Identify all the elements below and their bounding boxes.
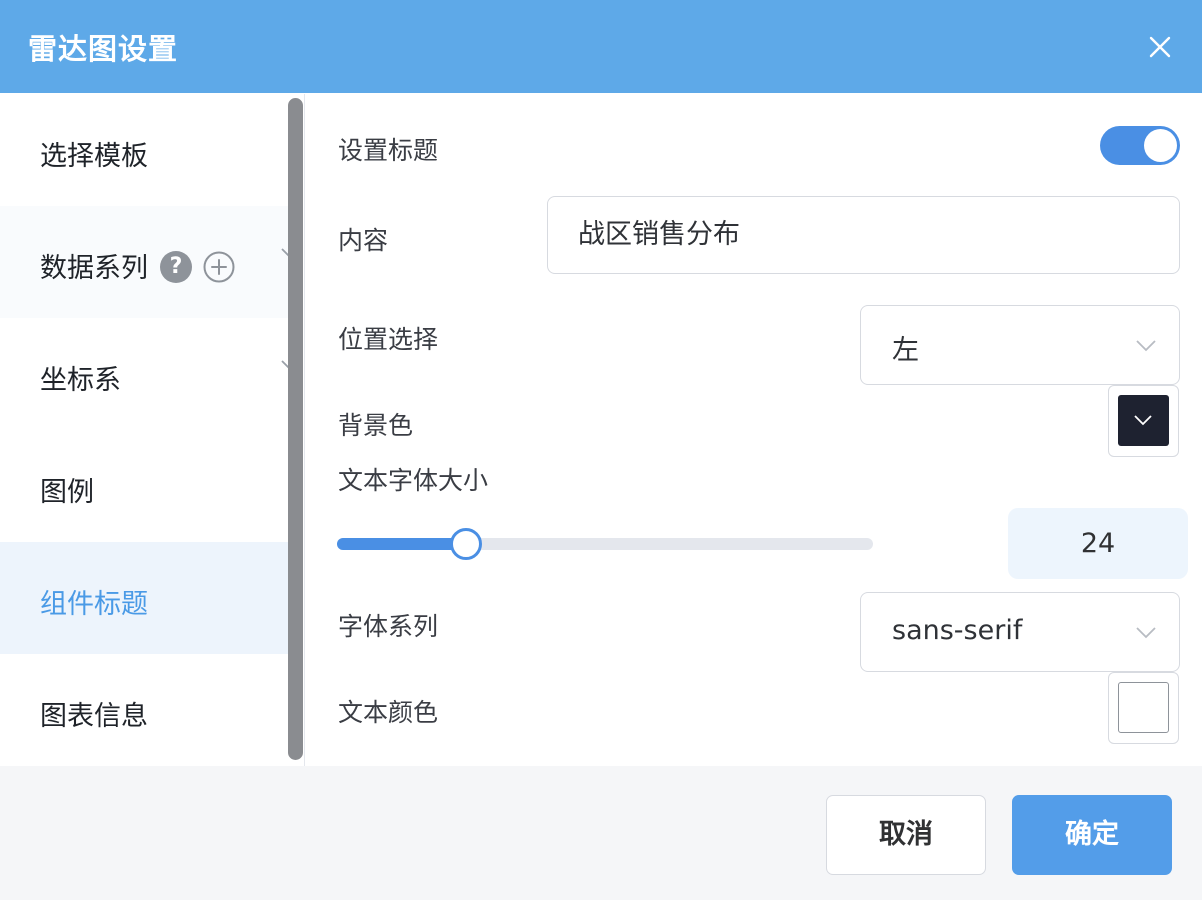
background-color-picker[interactable] [1108, 385, 1179, 457]
font-size-slider[interactable] [337, 528, 873, 560]
sidebar-scrollbar[interactable] [288, 98, 303, 760]
slider-fill [337, 538, 466, 550]
sidebar-item-label: 选择模板 [40, 141, 148, 172]
help-icon[interactable]: ? [160, 251, 192, 283]
font-family-select-value: sans-serif [892, 615, 1023, 646]
dialog-header: 雷达图设置 [0, 0, 1202, 93]
text-color-picker[interactable] [1108, 672, 1179, 744]
sidebar-item-component-title[interactable]: 组件标题 [0, 542, 303, 654]
sidebar-item-legend[interactable]: 图例 [0, 430, 303, 542]
background-color-label: 背景色 [338, 411, 414, 440]
close-icon[interactable] [1146, 33, 1174, 61]
font-family-label: 字体系列 [338, 612, 439, 641]
position-select[interactable]: 左 [860, 305, 1180, 385]
sidebar-item-data-series[interactable]: 数据系列 ? [0, 206, 303, 318]
show-title-label: 设置标题 [338, 136, 439, 165]
position-select-value: 左 [892, 335, 919, 366]
switch-knob [1144, 129, 1177, 162]
position-label: 位置选择 [338, 325, 439, 354]
show-title-switch[interactable] [1100, 126, 1180, 165]
text-color-label: 文本颜色 [338, 698, 439, 727]
confirm-button[interactable]: 确定 [1012, 795, 1172, 875]
sidebar-item-label: 图表信息 [40, 701, 148, 732]
settings-sidebar: 选择模板 数据系列 ? 坐标系 图例 组件标题 图表信息 [0, 94, 305, 766]
chevron-down-icon [1134, 415, 1152, 426]
background-color-swatch [1118, 395, 1169, 446]
font-size-label: 文本字体大小 [338, 466, 489, 495]
radar-chart-settings-dialog: 雷达图设置 选择模板 数据系列 ? 坐标系 图例 组件标题 图表信息 设置标题 … [0, 0, 1202, 900]
cancel-button[interactable]: 取消 [826, 795, 986, 875]
slider-handle[interactable] [450, 528, 482, 560]
font-size-input[interactable]: 24 [1008, 508, 1188, 579]
dialog-title: 雷达图设置 [28, 32, 179, 66]
chevron-down-icon [1135, 625, 1157, 639]
sidebar-item-label: 组件标题 [40, 589, 148, 620]
sidebar-item-select-template[interactable]: 选择模板 [0, 94, 303, 206]
sidebar-item-label: 图例 [40, 477, 94, 508]
add-circle-icon[interactable] [203, 251, 235, 283]
text-color-swatch [1118, 682, 1169, 733]
font-family-select[interactable]: sans-serif [860, 592, 1180, 672]
sidebar-item-chart-info[interactable]: 图表信息 [0, 654, 303, 766]
sidebar-item-label: 数据系列 [40, 253, 148, 284]
sidebar-item-label: 坐标系 [40, 365, 121, 396]
sidebar-item-coordinate-system[interactable]: 坐标系 [0, 318, 303, 430]
content-label: 内容 [338, 226, 389, 255]
chevron-down-icon [1135, 338, 1157, 352]
title-content-input[interactable]: 战区销售分布 [547, 196, 1180, 274]
